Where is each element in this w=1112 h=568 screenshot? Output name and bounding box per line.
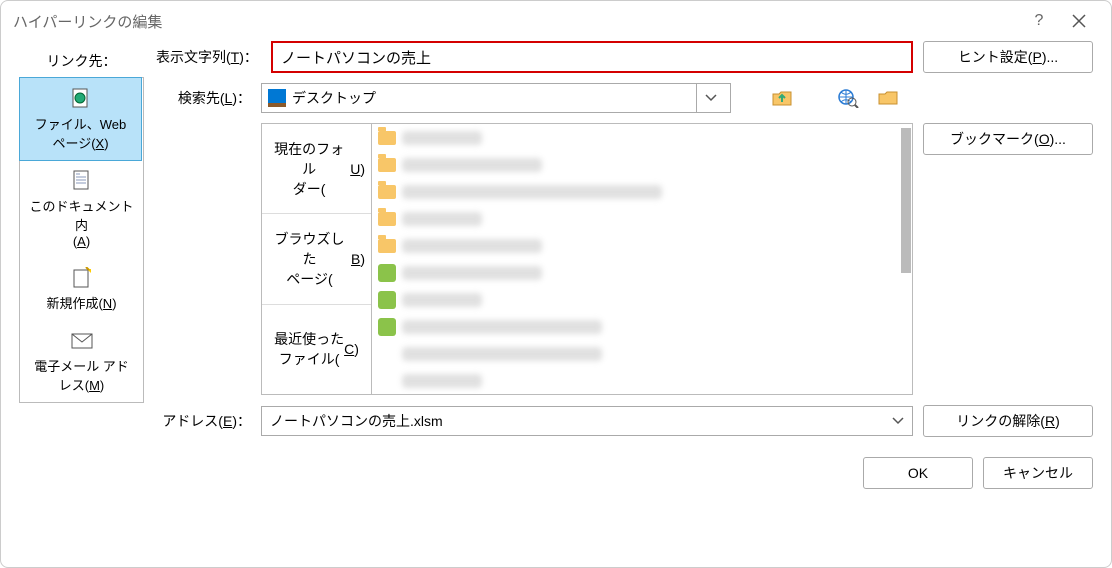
list-item[interactable] xyxy=(372,259,912,286)
linkto-email[interactable]: 電子メール アドレス(M) xyxy=(20,320,143,402)
list-item[interactable] xyxy=(372,286,912,313)
browse-web-button[interactable] xyxy=(833,83,863,113)
linkto-new-create-label: 新規作成(N) xyxy=(46,293,116,312)
cancel-button[interactable]: キャンセル xyxy=(983,457,1093,489)
file-icon xyxy=(378,291,396,309)
hyperlink-edit-dialog: ハイパーリンクの編集 ? リンク先： ファイル、Webページ(X) xyxy=(0,0,1112,568)
folder-icon xyxy=(378,185,396,199)
up-folder-icon xyxy=(771,88,793,108)
tab-current-folder[interactable]: 現在のフォルダー(U) xyxy=(262,124,371,214)
main-column: 表示文字列(T)： ヒント設定(P)... 検索先(L)： デスクトップ xyxy=(156,41,1093,549)
linkto-panel: ファイル、Webページ(X) このドキュメント内(A) 新規作成(N) xyxy=(19,77,144,403)
address-label: アドレス(E)： xyxy=(156,411,251,431)
dialog-footer: OK キャンセル xyxy=(156,447,1093,489)
folder-icon xyxy=(378,131,396,145)
list-item[interactable] xyxy=(372,367,912,394)
tab-browsed-pages[interactable]: ブラウズしたページ(B) xyxy=(262,214,371,304)
tab-recent-files[interactable]: 最近使ったファイル(C) xyxy=(262,305,371,394)
new-create-icon xyxy=(71,267,93,289)
globe-search-icon xyxy=(837,88,859,108)
linkto-email-label: 電子メール アドレス(M) xyxy=(34,356,129,394)
search-location-value: デスクトップ xyxy=(292,88,696,108)
browse-tabs: 現在のフォルダー(U) ブラウズしたページ(B) 最近使ったファイル(C) xyxy=(261,123,371,395)
display-text-label: 表示文字列(T)： xyxy=(156,47,261,67)
remove-link-button[interactable]: リンクの解除(R) xyxy=(923,405,1093,437)
list-item[interactable] xyxy=(372,151,912,178)
linkto-file-web[interactable]: ファイル、Webページ(X) xyxy=(19,77,142,161)
hint-settings-button[interactable]: ヒント設定(P)... xyxy=(923,41,1093,73)
linkto-this-doc-label: このドキュメント内(A) xyxy=(24,196,139,249)
display-text-input[interactable] xyxy=(271,41,913,73)
close-icon xyxy=(1072,14,1086,28)
file-icon xyxy=(378,264,396,282)
email-icon xyxy=(71,330,93,352)
linkto-new-create[interactable]: 新規作成(N) xyxy=(20,257,143,320)
folder-icon xyxy=(378,239,396,253)
up-folder-button[interactable] xyxy=(767,83,797,113)
close-button[interactable] xyxy=(1059,1,1099,41)
linkto-column: リンク先： ファイル、Webページ(X) このドキュメント内(A) xyxy=(19,41,144,549)
linkto-this-doc[interactable]: このドキュメント内(A) xyxy=(20,160,143,257)
file-list[interactable] xyxy=(371,123,913,395)
linkto-file-web-label: ファイル、Webページ(X) xyxy=(35,114,127,152)
bookmark-button[interactable]: ブックマーク(O)... xyxy=(923,123,1093,155)
open-folder-icon xyxy=(877,89,899,107)
titlebar: ハイパーリンクの編集 ? xyxy=(1,1,1111,41)
address-value: ノートパソコンの売上.xlsm xyxy=(270,411,443,431)
this-doc-icon xyxy=(71,170,93,192)
list-item[interactable] xyxy=(372,232,912,259)
chevron-down-icon[interactable] xyxy=(696,84,724,112)
file-web-icon xyxy=(70,88,92,110)
folder-icon xyxy=(378,158,396,172)
search-location-select[interactable]: デスクトップ xyxy=(261,83,731,113)
dialog-title: ハイパーリンクの編集 xyxy=(13,11,162,32)
linkto-label: リンク先： xyxy=(19,41,144,77)
browse-file-button[interactable] xyxy=(873,83,903,113)
list-item[interactable] xyxy=(372,340,912,367)
search-location-label: 検索先(L)： xyxy=(156,88,251,108)
address-input[interactable]: ノートパソコンの売上.xlsm xyxy=(261,406,913,436)
chevron-down-icon[interactable] xyxy=(892,417,904,425)
list-item[interactable] xyxy=(372,205,912,232)
list-item[interactable] xyxy=(372,313,912,340)
scrollbar[interactable] xyxy=(901,128,911,273)
help-button[interactable]: ? xyxy=(1019,1,1059,41)
folder-icon xyxy=(378,212,396,226)
ok-button[interactable]: OK xyxy=(863,457,973,489)
desktop-icon xyxy=(268,89,286,107)
file-icon xyxy=(378,318,396,336)
list-item[interactable] xyxy=(372,124,912,151)
list-item[interactable] xyxy=(372,178,912,205)
